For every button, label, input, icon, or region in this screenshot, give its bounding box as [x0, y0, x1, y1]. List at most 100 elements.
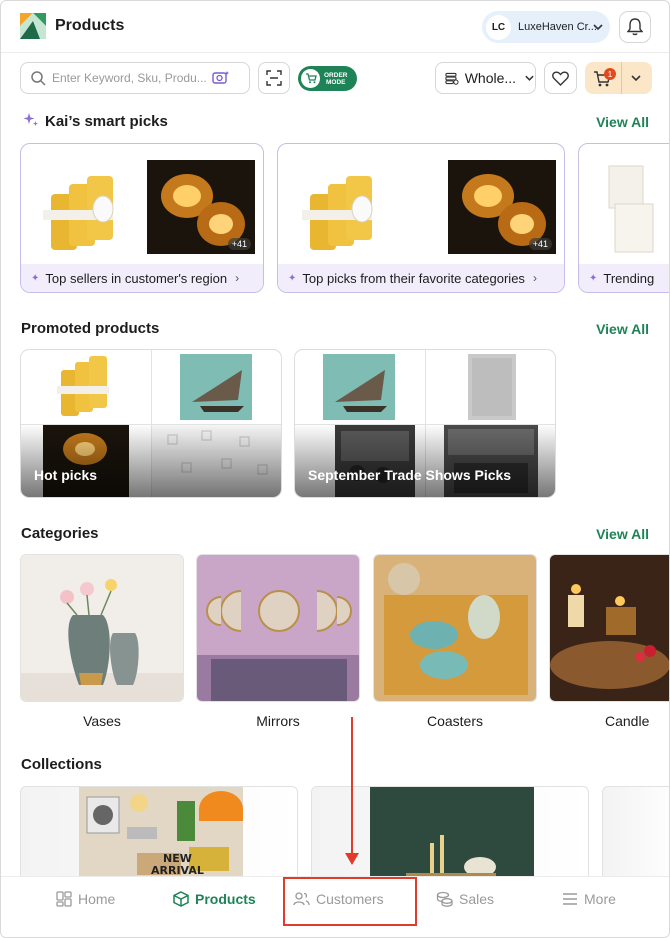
store-selector[interactable]: LC LuxeHaven Cr... [482, 11, 610, 43]
cart-count-badge: 1 [604, 68, 616, 80]
smart-pick-card[interactable]: +41 ✦ Top sellers in customer's region › [20, 143, 264, 293]
price-tag-icon [445, 72, 459, 85]
category-label: Mirrors [256, 713, 300, 729]
cart-icon [301, 69, 320, 88]
category-label: Vases [83, 713, 121, 729]
rug-image [426, 350, 555, 424]
lantern-image: +41 [448, 160, 556, 254]
new-arrival-sign: NEW ARRIVAL [151, 852, 204, 877]
chevron-down-icon [525, 75, 534, 81]
nav-sales[interactable]: Sales [436, 891, 494, 907]
product-image-group: +41 [21, 144, 263, 266]
box-icon [173, 891, 189, 907]
annotation-arrow-head [345, 853, 359, 865]
page-title: Products [55, 17, 125, 34]
candles-image [550, 555, 669, 701]
price-type-label: Whole... [464, 70, 517, 86]
mirrors-image [197, 555, 359, 701]
home-icon [56, 891, 72, 907]
categories-view-all[interactable]: View All [596, 526, 649, 542]
order-mode-label: ORDER MODE [324, 71, 348, 86]
nav-label: Sales [459, 891, 495, 907]
notifications-button[interactable] [619, 11, 651, 43]
scan-icon [266, 70, 282, 86]
coasters-image [374, 555, 536, 701]
nav-label: More [584, 891, 616, 907]
category-card-mirrors[interactable] [196, 554, 360, 702]
nav-label: Products [195, 891, 256, 907]
promoted-card-label: Hot picks [34, 467, 98, 483]
annotation-highlight-box [283, 877, 417, 926]
app-logo-icon [20, 13, 46, 39]
smart-picks-view-all[interactable]: View All [596, 114, 649, 130]
cart-divider [621, 62, 622, 94]
smart-picks-title: Kai’s smart picks [45, 113, 168, 130]
smart-pick-label: Trending [603, 270, 655, 286]
smart-pick-footer: ✦ Top picks from their favorite categori… [278, 264, 564, 292]
smart-pick-footer: ✦ Trending [579, 264, 669, 292]
white-candles-image [608, 165, 654, 253]
image-search-icon[interactable] [212, 70, 230, 86]
coins-icon [436, 891, 453, 907]
collection-card[interactable]: NEW ARRIVAL [20, 786, 298, 886]
category-label: Candle [605, 713, 650, 729]
category-card-vases[interactable] [20, 554, 184, 702]
search-bar[interactable] [20, 62, 250, 94]
beeswax-candles-image [302, 176, 373, 250]
smart-pick-label: Top picks from their favorite categories [302, 270, 525, 286]
annotation-arrow-line [351, 717, 353, 857]
promoted-collection-card[interactable]: September Trade Shows Picks [294, 349, 556, 498]
more-images-badge: +41 [528, 238, 552, 250]
card-gradient [21, 424, 281, 497]
search-icon [31, 70, 46, 86]
nav-home[interactable]: Home [56, 891, 115, 907]
price-type-dropdown[interactable]: Whole... [435, 62, 536, 94]
bell-icon [627, 18, 643, 36]
promoted-view-all[interactable]: View All [596, 321, 649, 337]
search-input[interactable] [52, 71, 212, 85]
chevron-down-icon[interactable] [630, 72, 642, 84]
promoted-title: Promoted products [21, 320, 160, 337]
card-gradient [295, 424, 555, 497]
heart-icon [552, 71, 569, 86]
menu-icon [563, 893, 577, 905]
sparkle-icon: ✦ [589, 272, 598, 284]
sparkle-icon: ✦ [31, 272, 40, 284]
sparkle-icon [23, 113, 38, 126]
beeswax-candles-image [21, 350, 151, 424]
nav-more[interactable]: More [562, 891, 616, 907]
top-header: Products LC LuxeHaven Cr... [1, 1, 669, 53]
store-name: LuxeHaven Cr... [518, 21, 597, 33]
categories-title: Categories [21, 525, 99, 542]
category-card-coasters[interactable] [373, 554, 537, 702]
beeswax-candles-image [43, 176, 114, 250]
more-images-badge: +41 [227, 238, 251, 250]
vases-image [21, 555, 183, 701]
category-label: Coasters [426, 713, 484, 729]
app-frame: Products LC LuxeHaven Cr... ORDER MODE W… [0, 0, 670, 938]
nav-products[interactable]: Products [173, 891, 256, 907]
cart-button[interactable]: 1 [585, 62, 652, 94]
smart-pick-footer: ✦ Top sellers in customer's region › [21, 264, 263, 292]
barcode-scan-button[interactable] [258, 62, 290, 94]
product-image-group: +41 [278, 144, 564, 266]
smart-pick-card[interactable]: ✦ Trending [578, 143, 669, 293]
nav-label: Home [78, 891, 116, 907]
collections-title: Collections [21, 756, 102, 773]
category-card-candles[interactable] [549, 554, 669, 702]
product-image-group [579, 144, 669, 266]
store-avatar: LC [486, 14, 511, 40]
lantern-image: +41 [147, 160, 255, 254]
ship-art-image [152, 350, 281, 424]
order-mode-toggle[interactable]: ORDER MODE [298, 66, 357, 91]
green-backdrop-candles-image [370, 787, 534, 885]
smart-pick-label: Top sellers in customer's region [45, 270, 228, 286]
chevron-down-icon [593, 24, 603, 31]
collection-card[interactable] [602, 786, 669, 886]
smart-pick-card[interactable]: +41 ✦ Top picks from their favorite cate… [277, 143, 565, 293]
chevron-right-icon: › [532, 271, 537, 285]
promoted-card-label: September Trade Shows Picks [308, 467, 512, 483]
promoted-collection-card[interactable]: Hot picks [20, 349, 282, 498]
favorites-button[interactable] [544, 62, 577, 94]
ship-art-image [295, 350, 425, 424]
